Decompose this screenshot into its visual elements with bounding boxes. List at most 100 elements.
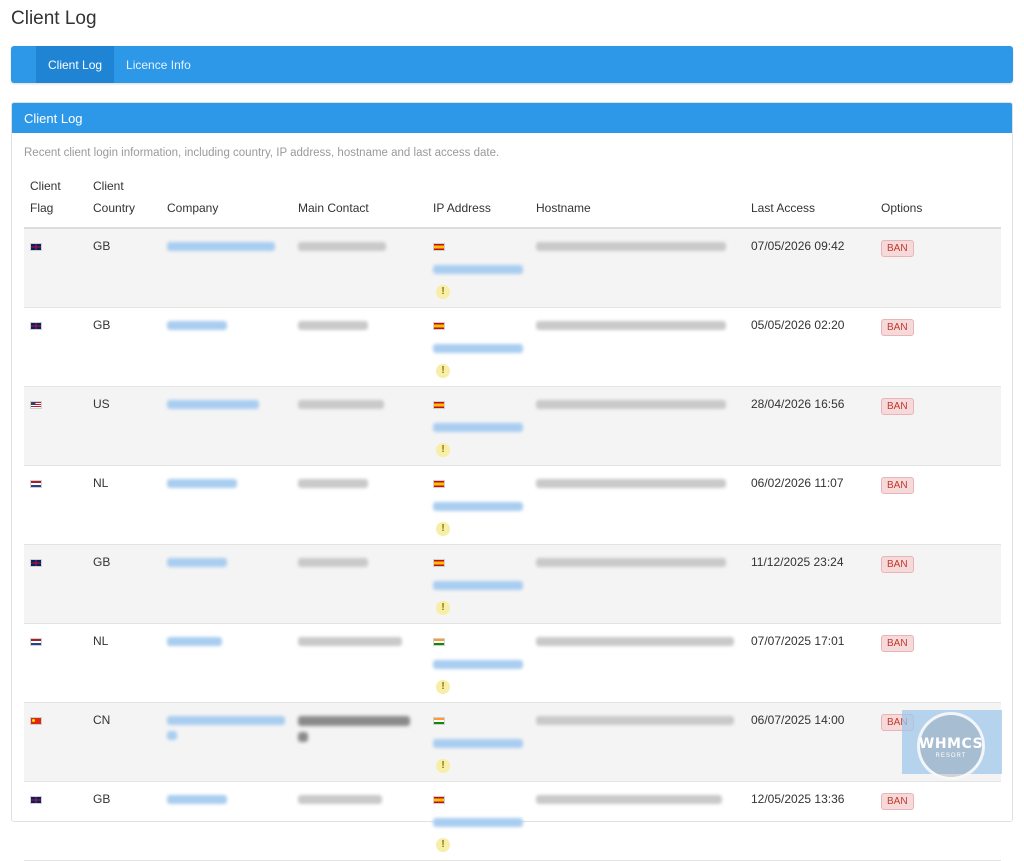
last-access-cell: 12/05/2025 13:36 <box>745 781 875 861</box>
ip-address-cell: ! <box>427 307 530 387</box>
warning-icon[interactable]: ! <box>436 679 450 694</box>
company-link[interactable] <box>167 794 227 804</box>
nl-flag-icon <box>30 637 42 646</box>
ip-address-link[interactable] <box>433 659 523 669</box>
col-header-last-access[interactable]: Last Access <box>745 175 875 229</box>
main-contact-text <box>298 399 384 409</box>
ip-address-link[interactable] <box>433 343 523 353</box>
ip-address-link[interactable] <box>433 817 523 827</box>
warning-icon[interactable]: ! <box>436 442 450 457</box>
ban-button[interactable]: BAN <box>881 240 914 257</box>
company-link[interactable] <box>167 636 222 646</box>
main-contact-cell <box>292 228 427 308</box>
ban-button[interactable]: BAN <box>881 397 914 415</box>
last-access-cell: 07/05/2026 09:42 <box>745 228 875 308</box>
client-flag-cell <box>24 544 87 624</box>
col-header-ip[interactable]: IP Address <box>427 175 530 229</box>
table-row: CN! 06/07/2025 14:00 BAN <box>24 702 1001 782</box>
company-cell[interactable] <box>161 781 292 861</box>
client-country-cell: US <box>87 386 161 466</box>
table-row: NL! 06/02/2026 11:07 BAN <box>24 465 1001 545</box>
warning-icon[interactable]: ! <box>436 363 450 378</box>
last-access-cell: 07/07/2025 17:01 <box>745 623 875 703</box>
company-link[interactable] <box>167 557 227 567</box>
hostname-text <box>536 320 726 330</box>
last-access-cell: 28/04/2026 16:56 <box>745 386 875 466</box>
ip-address-link[interactable] <box>433 738 523 748</box>
client-flag-cell <box>24 228 87 308</box>
client-flag-cell <box>24 465 87 545</box>
ban-button[interactable]: BAN <box>881 476 914 494</box>
col-header-company[interactable]: Company <box>161 175 292 229</box>
company-cell[interactable] <box>161 386 292 466</box>
ban-button[interactable]: BAN <box>881 792 914 810</box>
tab-licence-info[interactable]: Licence Info <box>114 46 203 83</box>
es-flag-icon <box>433 321 445 330</box>
client-flag-cell <box>24 307 87 387</box>
ip-address-link[interactable] <box>433 422 523 432</box>
last-access-cell: 06/07/2025 14:00 <box>745 702 875 782</box>
company-cell[interactable] <box>161 465 292 545</box>
hostname-text <box>536 478 726 488</box>
warning-icon[interactable]: ! <box>436 758 450 773</box>
company-cell[interactable] <box>161 544 292 624</box>
ip-address-link[interactable] <box>433 580 523 590</box>
col-header-flag[interactable]: Client Flag <box>24 175 87 229</box>
main-contact-cell <box>292 702 427 782</box>
company-cell[interactable] <box>161 307 292 387</box>
company-link[interactable] <box>167 399 259 409</box>
ban-button[interactable]: BAN <box>881 318 914 336</box>
es-flag-icon <box>433 243 445 251</box>
col-header-hostname[interactable]: Hostname <box>530 175 745 229</box>
gb-flag-icon <box>30 321 42 330</box>
main-contact-cell <box>292 781 427 861</box>
warning-icon[interactable]: ! <box>436 600 450 615</box>
page-title: Client Log <box>11 8 97 29</box>
ip-address-cell: ! <box>427 702 530 782</box>
ban-button[interactable]: BAN <box>881 555 914 573</box>
main-contact-cell <box>292 623 427 703</box>
client-flag-cell <box>24 781 87 861</box>
col-header-contact[interactable]: Main Contact <box>292 175 427 229</box>
company-link[interactable] <box>167 730 177 740</box>
company-cell[interactable] <box>161 228 292 308</box>
client-country-cell: NL <box>87 465 161 545</box>
table-row: GB! 07/05/2026 09:42 BAN <box>24 228 1001 308</box>
hostname-cell <box>530 386 745 466</box>
cn-flag-icon <box>30 716 42 725</box>
warning-icon[interactable]: ! <box>436 521 450 536</box>
client-country-cell: GB <box>87 781 161 861</box>
watermark-title: WHMCS <box>918 736 984 752</box>
ban-button[interactable]: BAN <box>881 634 914 652</box>
ip-address-link[interactable] <box>433 501 523 511</box>
client-flag-cell <box>24 623 87 703</box>
last-access-cell: 05/05/2026 02:20 <box>745 307 875 387</box>
company-link[interactable] <box>167 242 275 251</box>
company-cell[interactable] <box>161 623 292 703</box>
tab-bar: Client Log Licence Info <box>11 46 1013 83</box>
us-flag-icon <box>30 400 42 409</box>
col-header-country[interactable]: Client Country <box>87 175 161 229</box>
company-cell[interactable] <box>161 702 292 782</box>
gb-flag-icon <box>30 795 42 804</box>
hostname-cell <box>530 623 745 703</box>
es-flag-icon <box>433 479 445 488</box>
ip-address-cell: ! <box>427 386 530 466</box>
main-contact-cell <box>292 386 427 466</box>
warning-icon[interactable]: ! <box>436 285 450 299</box>
hostname-text <box>536 399 726 409</box>
in-flag-icon <box>433 716 445 725</box>
main-contact-text <box>298 715 410 726</box>
client-country-cell: GB <box>87 544 161 624</box>
last-access-cell: 11/12/2025 23:24 <box>745 544 875 624</box>
client-country-cell: GB <box>87 228 161 308</box>
main-contact-cell <box>292 307 427 387</box>
company-link[interactable] <box>167 478 237 488</box>
client-log-table: Client Flag Client Country Company Main … <box>24 175 1001 861</box>
warning-icon[interactable]: ! <box>436 837 450 852</box>
tab-client-log[interactable]: Client Log <box>36 46 115 83</box>
ip-address-link[interactable] <box>433 265 523 274</box>
company-link[interactable] <box>167 320 227 330</box>
hostname-cell <box>530 228 745 308</box>
company-link[interactable] <box>167 715 285 725</box>
